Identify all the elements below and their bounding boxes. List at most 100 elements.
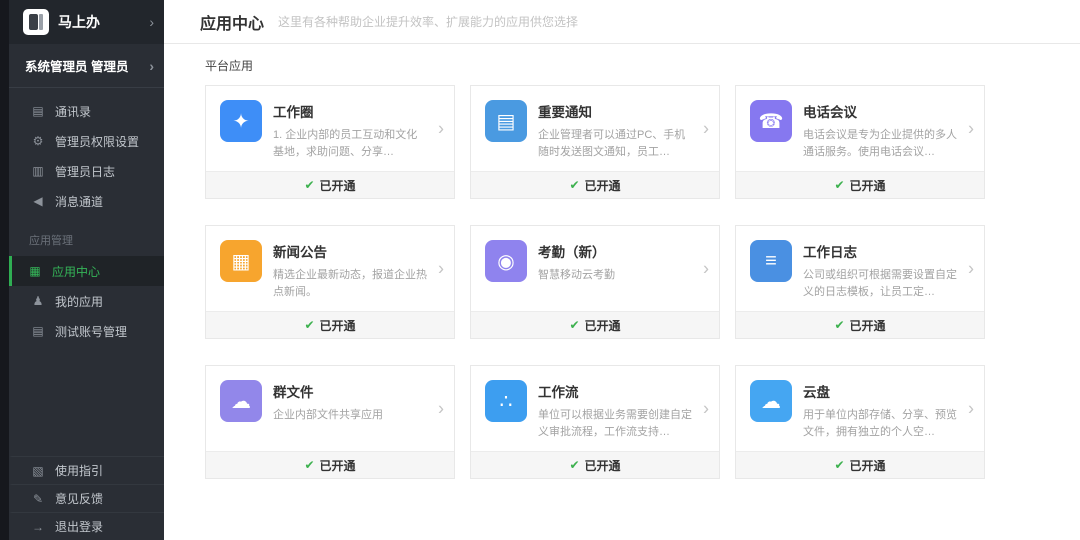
org-switcher[interactable]: 马上办 › <box>9 0 164 44</box>
card-status: ✔ 已开通 <box>471 311 719 338</box>
sidebar-item-label: 应用中心 <box>52 264 101 279</box>
card-body: ∴ 工作流 单位可以根据业务需要创建自定义审批流程，工作流支持… › <box>471 366 719 451</box>
app-window: 马上办 › 系统管理员 管理员 › ▤ 通讯录 ⚙ 管理员权限设置 ▥ 管理员日… <box>0 0 1080 540</box>
status-label: 已开通 <box>584 318 621 333</box>
status-label: 已开通 <box>584 458 621 473</box>
card-desc: 用于单位内部存储、分享、预览文件，拥有独立的个人空… <box>803 409 957 439</box>
group-file-cloud-icon: ☁ <box>220 380 262 422</box>
card-text: 考勤（新） 智慧移动云考勤 <box>538 240 709 301</box>
sidebar-app-menu: ▦ 应用中心 ♟ 我的应用 ▤ 测试账号管理 <box>9 254 164 346</box>
status-label: 已开通 <box>584 178 621 193</box>
card-desc: 单位可以根据业务需要创建自定义审批流程，工作流支持… <box>538 409 692 439</box>
sidebar-item-contacts[interactable]: ▤ 通讯录 <box>9 96 164 126</box>
workflow-icon: ∴ <box>485 380 527 422</box>
card-text: 工作圈 1. 企业内部的员工互动和文化基地，求助问题、分享… <box>273 100 444 161</box>
card-status: ✔ 已开通 <box>206 171 454 198</box>
card-status: ✔ 已开通 <box>736 311 984 338</box>
card-title: 重要通知 <box>538 105 592 120</box>
chevron-right-icon[interactable]: › <box>438 118 444 139</box>
card-text: 重要通知 企业管理者可以通过PC、手机随时发送图文通知，员工… <box>538 100 709 161</box>
page-subtitle: 这里有各种帮助企业提升效率、扩展能力的应用供您选择 <box>278 15 579 29</box>
card-group-files[interactable]: ☁ 群文件 企业内部文件共享应用 › ✔ 已开通 <box>205 365 455 479</box>
status-label: 已开通 <box>849 458 886 473</box>
card-body: ✦ 工作圈 1. 企业内部的员工互动和文化基地，求助问题、分享… › <box>206 86 454 171</box>
sidebar-item-label: 管理员日志 <box>55 164 116 179</box>
sidebar-item-admin-log[interactable]: ▥ 管理员日志 <box>9 156 164 186</box>
main-panel: 应用中心 这里有各种帮助企业提升效率、扩展能力的应用供您选择 平台应用 ✦ 工作… <box>164 0 1080 540</box>
card-status: ✔ 已开通 <box>736 451 984 478</box>
card-status: ✔ 已开通 <box>206 311 454 338</box>
important-notice-icon: ▤ <box>485 100 527 142</box>
check-icon: ✔ <box>834 178 845 192</box>
chevron-right-icon[interactable]: › <box>438 258 444 279</box>
card-body: ☁ 群文件 企业内部文件共享应用 › <box>206 366 454 451</box>
card-phone-conference[interactable]: ☎ 电话会议 电话会议是专为企业提供的多人通话服务。使用电话会议… › ✔ 已开… <box>735 85 985 199</box>
check-icon: ✔ <box>569 318 580 332</box>
admin-label: 系统管理员 管理员 <box>25 60 129 74</box>
sidebar-item-label: 意见反馈 <box>55 492 104 506</box>
card-body: ☁ 云盘 用于单位内部存储、分享、预览文件，拥有独立的个人空… › <box>736 366 984 451</box>
sidebar-item-logout[interactable]: → 退出登录 <box>9 512 164 540</box>
chevron-right-icon[interactable]: › <box>438 398 444 419</box>
document-icon: ▤ <box>32 324 44 338</box>
card-status: ✔ 已开通 <box>736 171 984 198</box>
logout-icon: → <box>32 519 44 534</box>
app-title: 马上办 <box>58 14 100 30</box>
sidebar-item-admin-permissions[interactable]: ⚙ 管理员权限设置 <box>9 126 164 156</box>
card-desc: 电话会议是专为企业提供的多人通话服务。使用电话会议… <box>803 129 957 159</box>
chevron-right-icon[interactable]: › <box>703 398 709 419</box>
attendance-pin-icon: ◉ <box>485 240 527 282</box>
sidebar-footer: ▧ 使用指引 ✎ 意见反馈 → 退出登录 <box>9 456 164 540</box>
card-workflow[interactable]: ∴ 工作流 单位可以根据业务需要创建自定义审批流程，工作流支持… › ✔ 已开通 <box>470 365 720 479</box>
card-news[interactable]: ▦ 新闻公告 精选企业最新动态，报道企业热点新闻。 › ✔ 已开通 <box>205 225 455 339</box>
status-label: 已开通 <box>849 318 886 333</box>
card-text: 新闻公告 精选企业最新动态，报道企业热点新闻。 <box>273 240 444 301</box>
card-work-circle[interactable]: ✦ 工作圈 1. 企业内部的员工互动和文化基地，求助问题、分享… › ✔ 已开通 <box>205 85 455 199</box>
card-text: 云盘 用于单位内部存储、分享、预览文件，拥有独立的个人空… <box>803 380 974 441</box>
page-title: 应用中心 <box>200 15 265 33</box>
icon-glyph: ▦ <box>231 250 251 273</box>
card-work-log[interactable]: ≡ 工作日志 公司或组织可根据需要设置自定义的日志模板，让员工定… › ✔ 已开… <box>735 225 985 339</box>
sidebar-item-message-channel[interactable]: ◀ 消息通道 <box>9 186 164 216</box>
sidebar-item-app-center[interactable]: ▦ 应用中心 <box>9 256 164 286</box>
card-status: ✔ 已开通 <box>206 451 454 478</box>
icon-glyph: ✦ <box>232 110 250 133</box>
card-title: 工作流 <box>538 385 579 400</box>
sidebar-item-feedback[interactable]: ✎ 意见反馈 <box>9 484 164 512</box>
icon-glyph: ≡ <box>765 249 777 272</box>
card-desc: 公司或组织可根据需要设置自定义的日志模板，让员工定… <box>803 269 957 299</box>
sidebar-inner: 马上办 › 系统管理员 管理员 › ▤ 通讯录 ⚙ 管理员权限设置 ▥ 管理员日… <box>9 0 164 540</box>
card-title: 群文件 <box>273 385 314 400</box>
card-desc: 1. 企业内部的员工互动和文化基地，求助问题、分享… <box>273 129 418 159</box>
sidebar-item-my-apps[interactable]: ♟ 我的应用 <box>9 286 164 316</box>
pencil-icon: ✎ <box>32 491 44 506</box>
card-body: ◉ 考勤（新） 智慧移动云考勤 › <box>471 226 719 311</box>
icon-glyph: ☎ <box>758 110 784 133</box>
card-desc: 智慧移动云考勤 <box>538 269 615 281</box>
card-cloud-disk[interactable]: ☁ 云盘 用于单位内部存储、分享、预览文件，拥有独立的个人空… › ✔ 已开通 <box>735 365 985 479</box>
chevron-right-icon[interactable]: › <box>968 118 974 139</box>
sidebar-item-test-accounts[interactable]: ▤ 测试账号管理 <box>9 316 164 346</box>
chevron-right-icon: › <box>149 57 154 74</box>
speaker-icon: ◀ <box>33 194 43 208</box>
gear-icon: ⚙ <box>32 134 44 148</box>
sidebar-item-user-guide[interactable]: ▧ 使用指引 <box>9 456 164 484</box>
card-status: ✔ 已开通 <box>471 451 719 478</box>
status-label: 已开通 <box>849 178 886 193</box>
work-circle-icon: ✦ <box>220 100 262 142</box>
admin-account-row[interactable]: 系统管理员 管理员 › <box>9 44 164 88</box>
chevron-right-icon[interactable]: › <box>968 258 974 279</box>
card-body: ▦ 新闻公告 精选企业最新动态，报道企业热点新闻。 › <box>206 226 454 311</box>
chevron-right-icon[interactable]: › <box>968 398 974 419</box>
card-attendance[interactable]: ◉ 考勤（新） 智慧移动云考勤 › ✔ 已开通 <box>470 225 720 339</box>
card-body: ▤ 重要通知 企业管理者可以通过PC、手机随时发送图文通知，员工… › <box>471 86 719 171</box>
chevron-right-icon[interactable]: › <box>703 258 709 279</box>
icon-glyph: ∴ <box>499 390 513 413</box>
card-important-notice[interactable]: ▤ 重要通知 企业管理者可以通过PC、手机随时发送图文通知，员工… › ✔ 已开… <box>470 85 720 199</box>
card-body: ☎ 电话会议 电话会议是专为企业提供的多人通话服务。使用电话会议… › <box>736 86 984 171</box>
page-header: 应用中心 这里有各种帮助企业提升效率、扩展能力的应用供您选择 <box>164 0 1080 44</box>
check-icon: ✔ <box>304 458 315 472</box>
chevron-right-icon[interactable]: › <box>703 118 709 139</box>
card-title: 新闻公告 <box>273 245 327 260</box>
card-title: 工作日志 <box>803 245 857 260</box>
